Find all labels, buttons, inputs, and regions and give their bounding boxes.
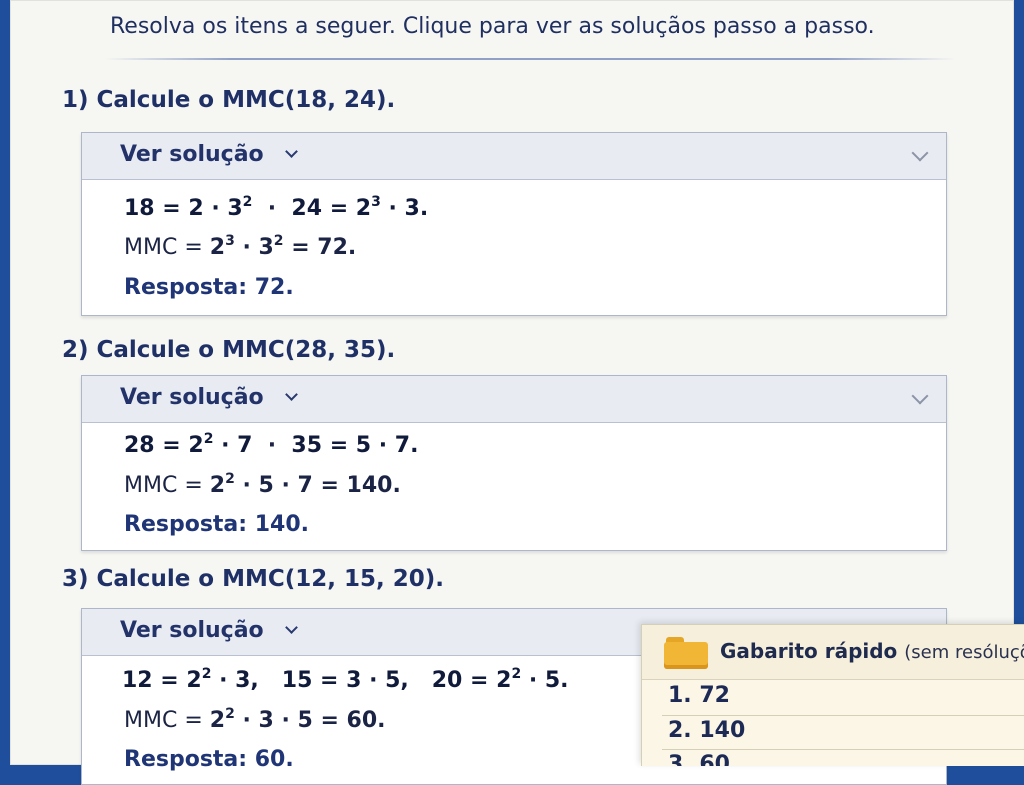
chevron-down-icon (285, 388, 298, 401)
worksheet-page: Resolva os itens a seguer. Clique para v… (10, 0, 1024, 785)
solution-accordion-1: Ver solução 18 = 2 · 32 · 24 = 23 · 3. M… (81, 132, 947, 316)
question-2-title: 2) Calcule o MMC(28, 35). (62, 337, 396, 363)
answer-key-divider (662, 749, 1024, 750)
question-3-title: 3) Calcule o MMC(12, 15, 20). (62, 566, 445, 592)
answer-line: Resposta: 60. (124, 747, 294, 772)
answer-key-title-text: Gabarito rápido (720, 639, 898, 663)
answer-line: Resposta: 72. (124, 275, 294, 300)
header-divider (105, 58, 955, 60)
chevron-down-icon (285, 145, 298, 158)
solution-toggle-label: Ver solução (120, 142, 264, 167)
solution-toggle-label: Ver solução (120, 385, 264, 410)
solution-toggle-1[interactable]: Ver solução (82, 133, 946, 180)
folder-icon (664, 637, 708, 669)
chevron-down-icon[interactable] (911, 144, 929, 162)
question-1-title: 1) Calcule o MMC(18, 24). (62, 87, 396, 113)
chevron-down-icon (285, 621, 298, 634)
mmc-line: MMC = 23 · 32 = 72. (124, 233, 357, 260)
factorization-line: 28 = 22 · 7 · 35 = 5 · 7. (124, 431, 419, 458)
answer-key-header[interactable]: Gabarito rápido (sem resóluções) (642, 625, 1024, 680)
mmc-line: MMC = 22 · 3 · 5 = 60. (124, 706, 386, 733)
factorization-line: 18 = 2 · 32 · 24 = 23 · 3. (124, 194, 429, 221)
answer-key-item: 1. 72 (668, 683, 730, 708)
answer-key-subtitle: (sem resóluções) (904, 642, 1024, 663)
chevron-down-icon[interactable] (911, 387, 929, 405)
mmc-line: MMC = 22 · 5 · 7 = 140. (124, 471, 401, 498)
instructions-text: Resolva os itens a seguer. Clique para v… (110, 14, 875, 39)
answer-key-divider (662, 715, 1024, 716)
answer-line: Resposta: 140. (124, 512, 310, 537)
solution-accordion-2: Ver solução 28 = 22 · 7 · 35 = 5 · 7. MM… (81, 375, 947, 551)
factorization-line: 12 = 22 · 3, 15 = 3 · 5, 20 = 22 · 5. (122, 666, 569, 693)
answer-key-item: 3. 60 (668, 752, 730, 766)
solution-toggle-label: Ver solução (120, 618, 264, 643)
answer-key-item: 2. 140 (668, 718, 746, 743)
answer-key-title: Gabarito rápido (sem resóluções) (720, 639, 1024, 663)
answer-key-panel: Gabarito rápido (sem resóluções) 1. 72 2… (641, 624, 1024, 766)
solution-toggle-2[interactable]: Ver solução (82, 376, 946, 423)
